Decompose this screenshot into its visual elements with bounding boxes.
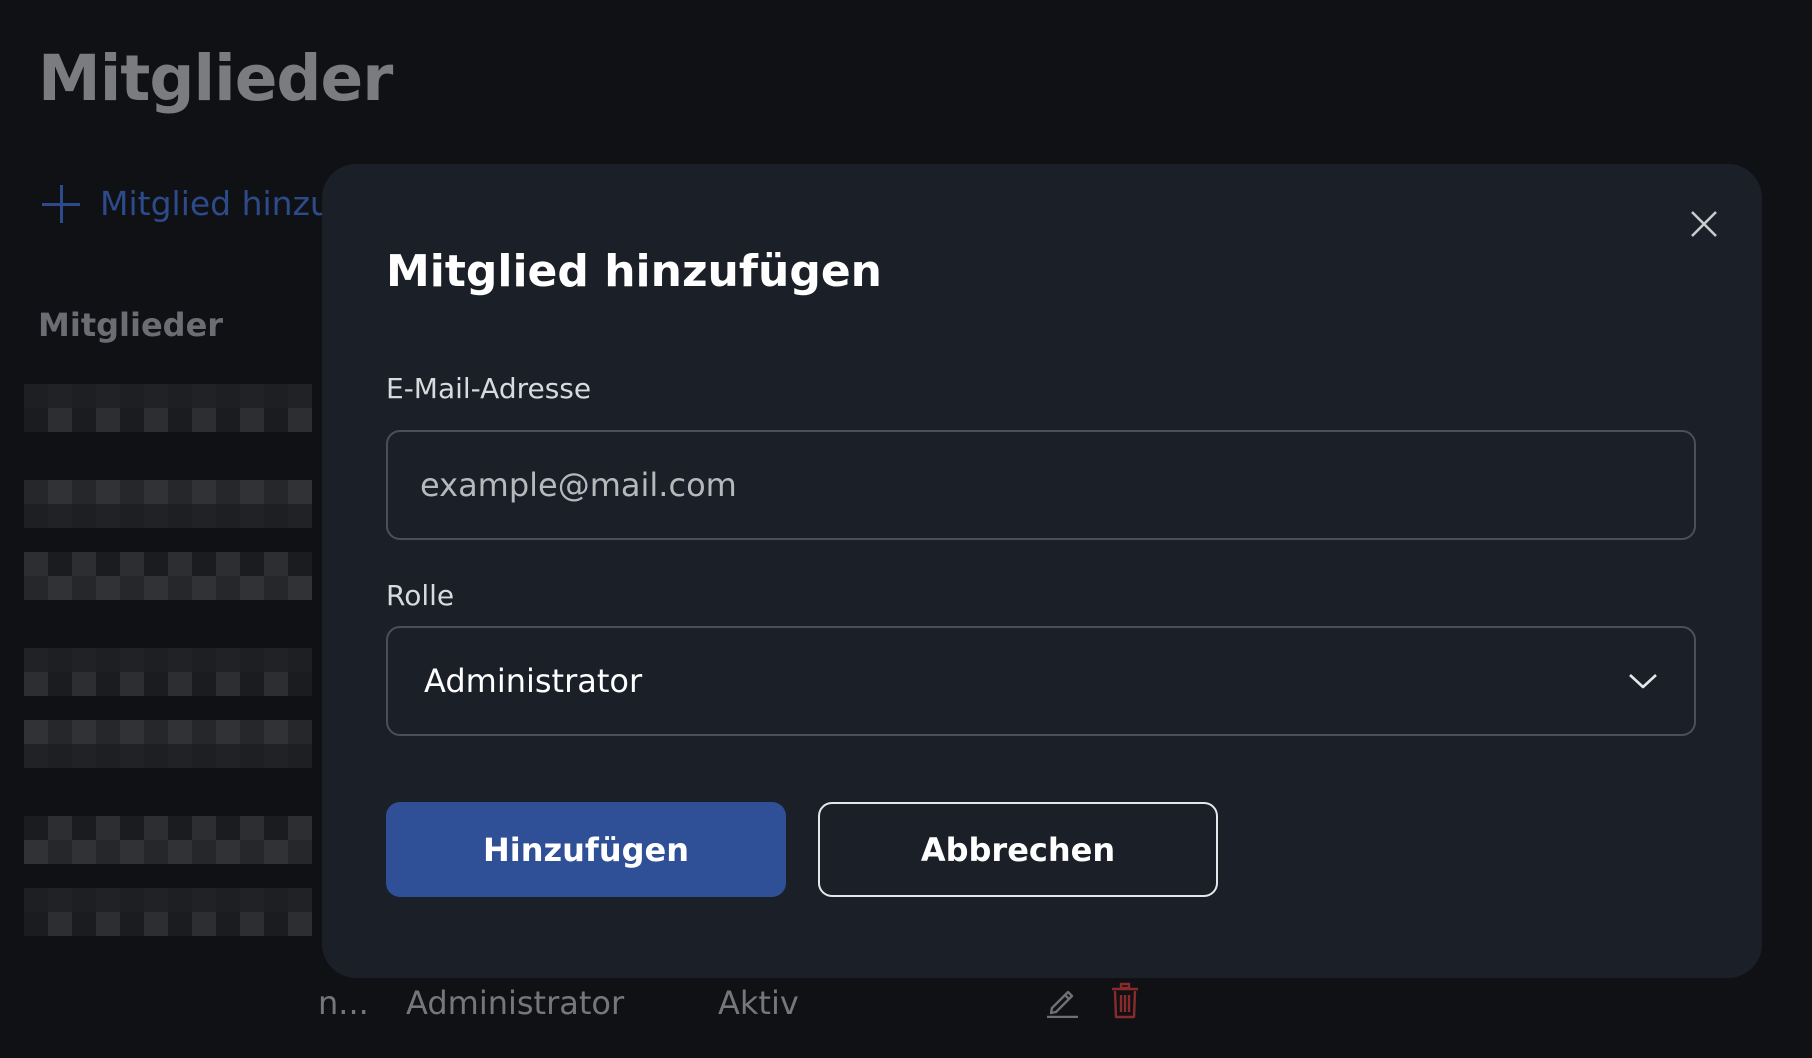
add-member-link-label: Mitglied hinzuf [100,184,343,223]
redacted-row [24,384,319,432]
add-member-dialog: Mitglied hinzufügen E-Mail-Adresse Rolle… [322,164,1762,978]
email-field[interactable] [386,430,1696,540]
chevron-down-icon [1629,674,1657,689]
member-status: Aktiv [718,984,799,1022]
members-section-label: Mitglieder [38,306,224,344]
delete-trash-icon[interactable] [1110,982,1140,1020]
close-icon[interactable] [1684,204,1724,244]
add-button[interactable]: Hinzufügen [386,802,786,897]
table-row: n... Administrator Aktiv [0,980,1812,1028]
member-role: Administrator [406,984,625,1022]
redacted-row [24,648,319,696]
redacted-row [24,480,319,528]
role-select[interactable]: Administrator [386,626,1696,736]
redacted-row [24,720,319,768]
redacted-row [24,552,319,600]
dialog-title: Mitglied hinzufügen [386,246,883,297]
plus-icon [42,184,80,223]
redacted-row [24,816,319,864]
redacted-row [24,888,319,936]
member-name-truncated: n... [318,984,369,1022]
add-member-link[interactable]: Mitglied hinzuf [42,184,342,223]
cancel-button[interactable]: Abbrechen [818,802,1218,897]
role-select-value: Administrator [424,662,643,700]
page-title: Mitglieder [38,42,393,115]
email-label: E-Mail-Adresse [386,372,592,405]
role-label: Rolle [386,579,455,612]
edit-pencil-icon[interactable] [1044,982,1080,1018]
